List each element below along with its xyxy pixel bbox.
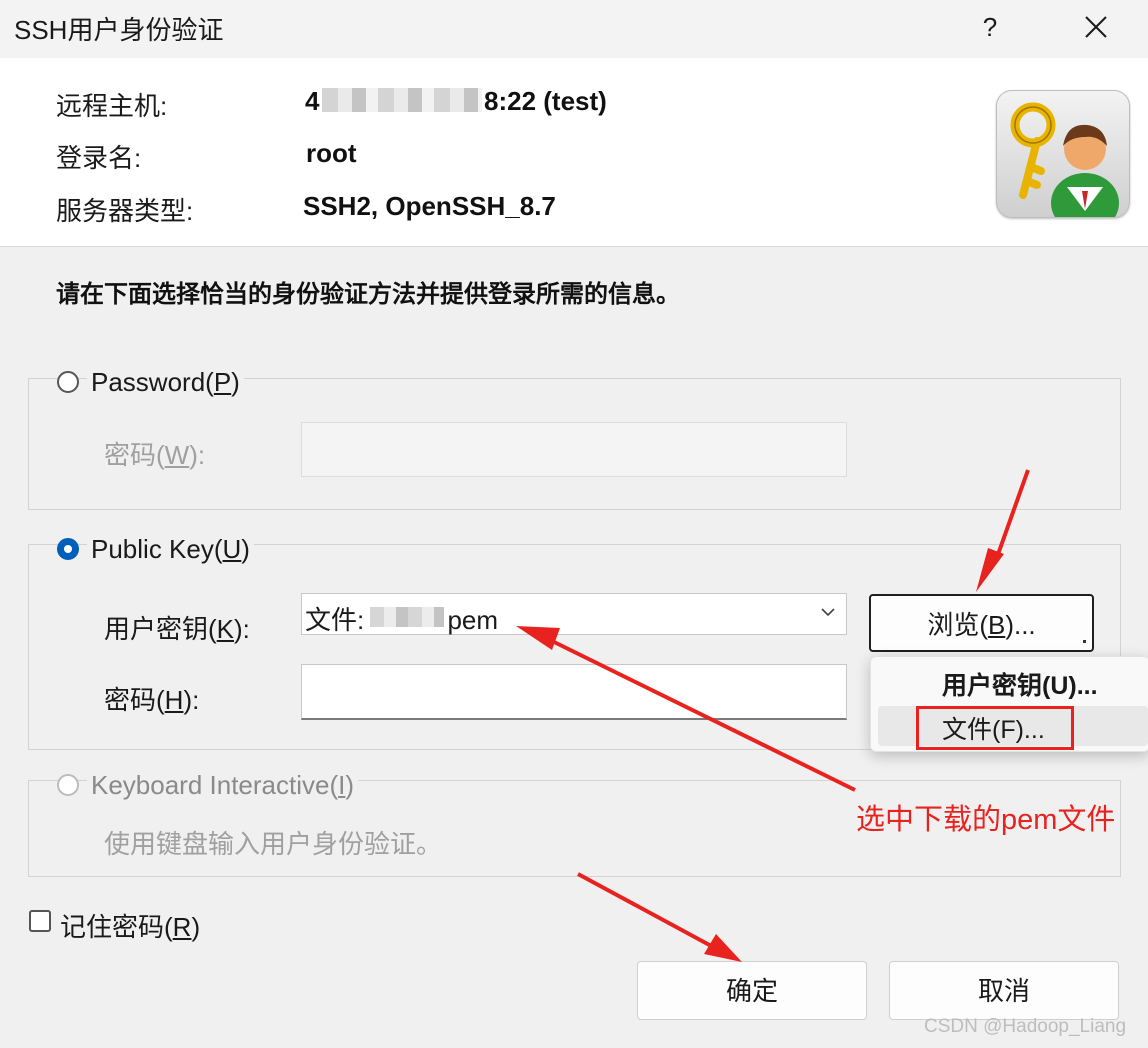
arrow-to-browse: [976, 469, 1030, 592]
annotation-arrows: [516, 469, 1030, 962]
arrow-to-key-field: [516, 626, 856, 792]
annotation-text: 选中下载的pem文件: [856, 804, 1116, 836]
watermark: CSDN @Hadoop_Liang: [924, 1016, 1127, 1037]
arrow-to-ok-button: [577, 872, 742, 962]
